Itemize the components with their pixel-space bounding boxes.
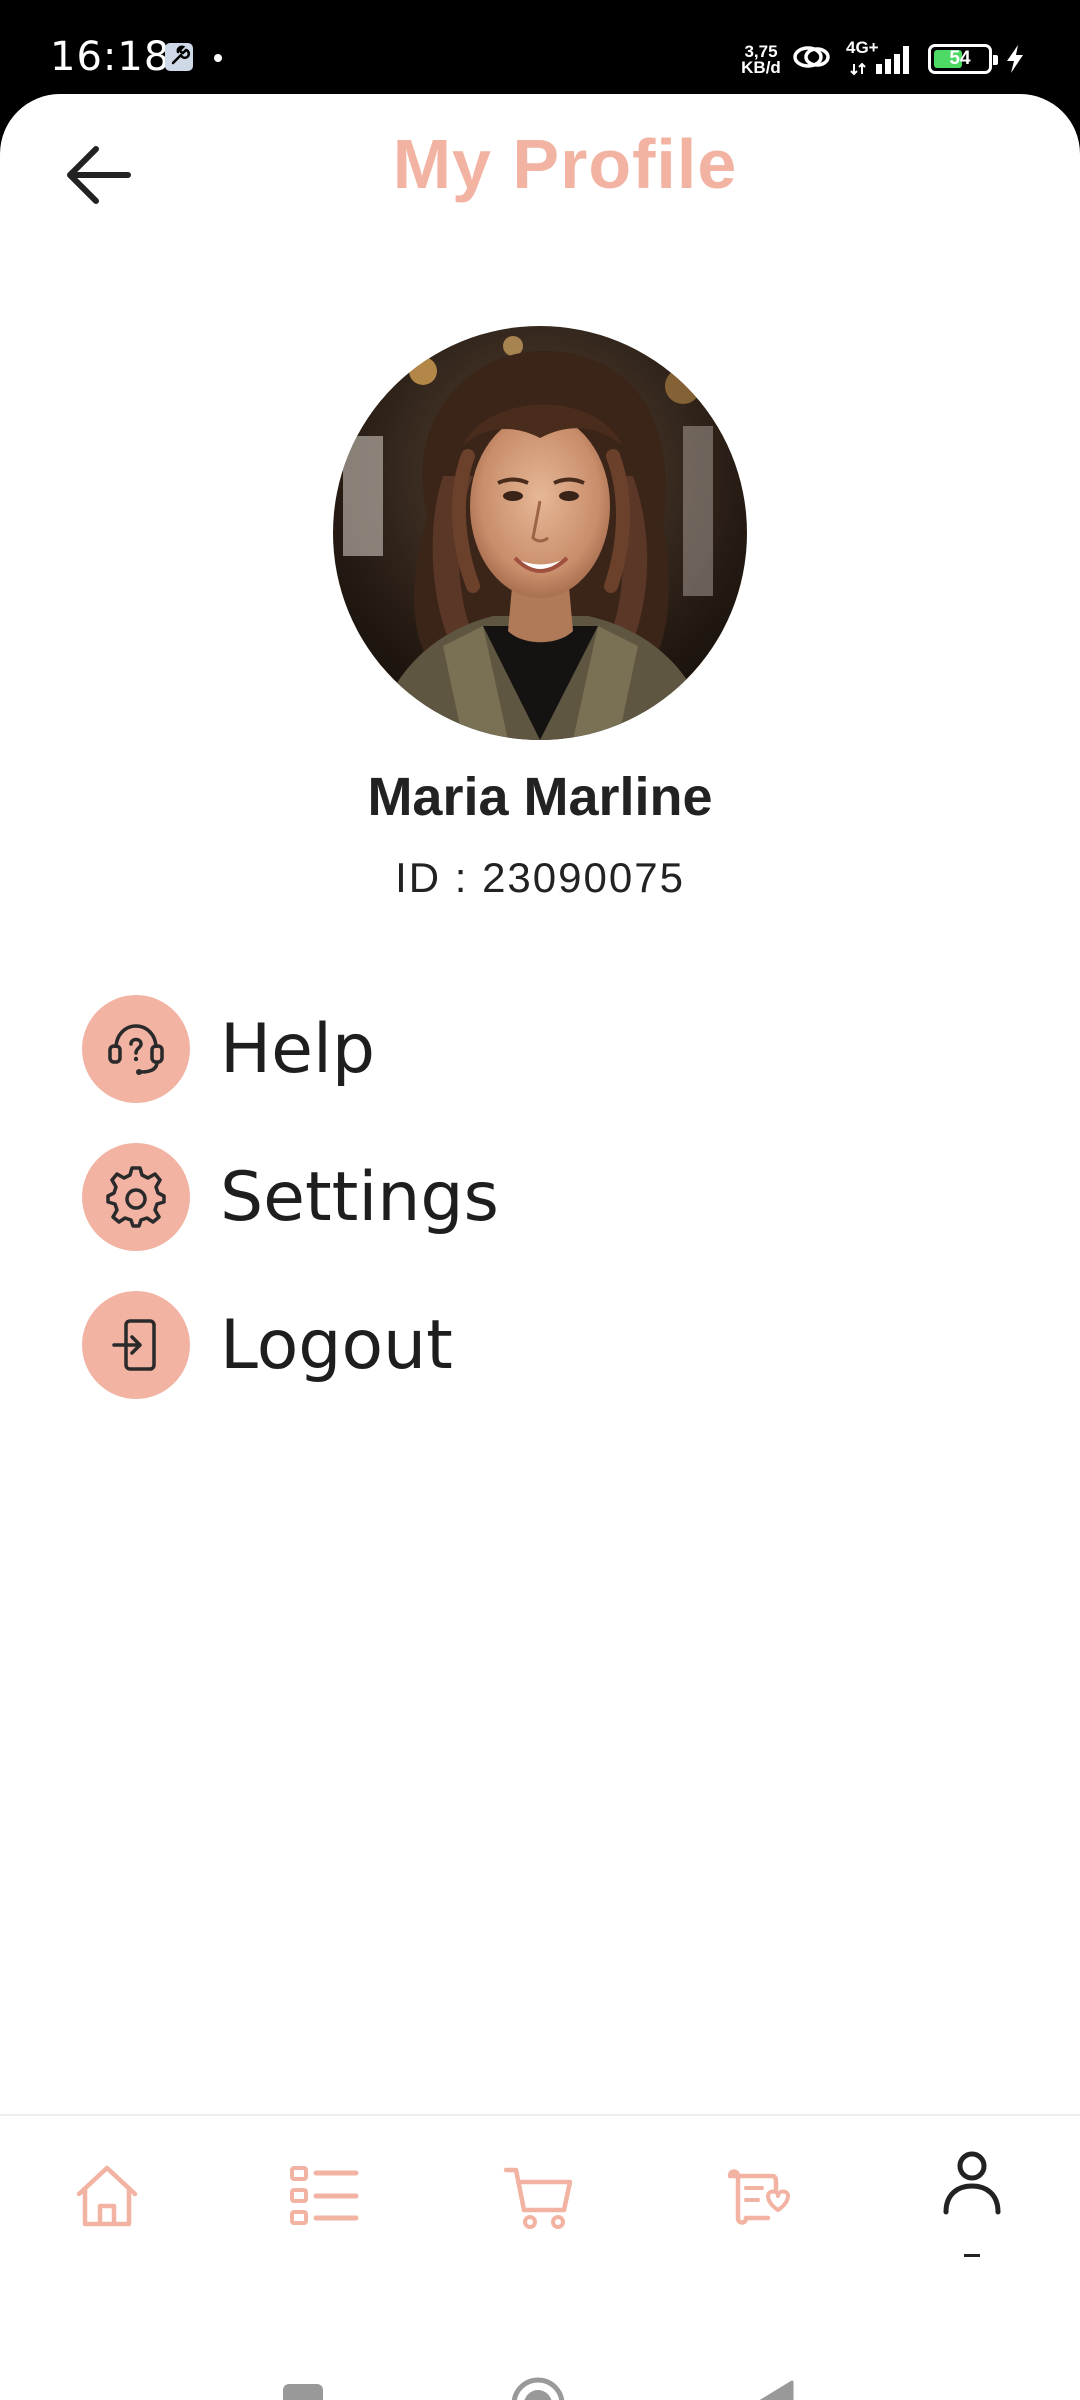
menu-item-logout[interactable]: Logout [82, 1290, 782, 1400]
gear-icon [106, 1166, 166, 1228]
network-speed: 3,75 KB/d [738, 43, 784, 77]
bottom-nav [0, 2114, 1080, 2264]
battery-indicator: 54 [928, 44, 998, 74]
screen: 16:18 3,75 KB/d 4G+ 54 My Profile Maria … [0, 0, 1080, 2400]
help-icon-circle [82, 995, 190, 1103]
logout-icon-circle [82, 1291, 190, 1399]
home-icon[interactable] [67, 2156, 147, 2236]
user-id: ID : 23090075 [395, 854, 685, 901]
app-card: My Profile Maria Marline ID: 23090075 H… [0, 94, 1080, 2400]
status-time: 16:18 [50, 34, 171, 80]
menu-item-help-label: Help [220, 1009, 376, 1089]
signal-icon [850, 46, 909, 76]
charging-bolt-icon [1007, 45, 1023, 73]
recent-apps-button[interactable] [283, 2384, 323, 2400]
network-speed-unit: KB/d [741, 58, 781, 77]
notification-dot [214, 54, 222, 62]
link-icon [793, 46, 830, 68]
settings-icon-circle [82, 1143, 190, 1251]
wrench-notification-icon [165, 43, 193, 71]
person-icon[interactable] [932, 2146, 1012, 2226]
battery-level: 54 [949, 48, 971, 69]
menu-item-settings-label: Settings [220, 1157, 499, 1237]
system-home-button[interactable] [510, 2376, 566, 2400]
order-ticket-icon[interactable] [716, 2156, 796, 2236]
avatar [333, 326, 747, 740]
system-back-button[interactable] [752, 2378, 796, 2400]
help-headset-icon [108, 1024, 164, 1075]
cart-icon[interactable] [500, 2156, 580, 2236]
list-icon[interactable] [284, 2156, 364, 2236]
user-name: Maria Marline [367, 767, 713, 827]
page-title: My Profile [392, 125, 738, 203]
menu-item-help[interactable]: Help [82, 994, 782, 1104]
menu-item-settings[interactable]: Settings [82, 1142, 782, 1252]
active-tab-indicator [964, 2254, 980, 2257]
menu-item-logout-label: Logout [220, 1305, 453, 1385]
logout-icon [112, 1319, 156, 1371]
battery-cap [993, 55, 998, 65]
system-nav-bar [0, 2334, 1080, 2400]
